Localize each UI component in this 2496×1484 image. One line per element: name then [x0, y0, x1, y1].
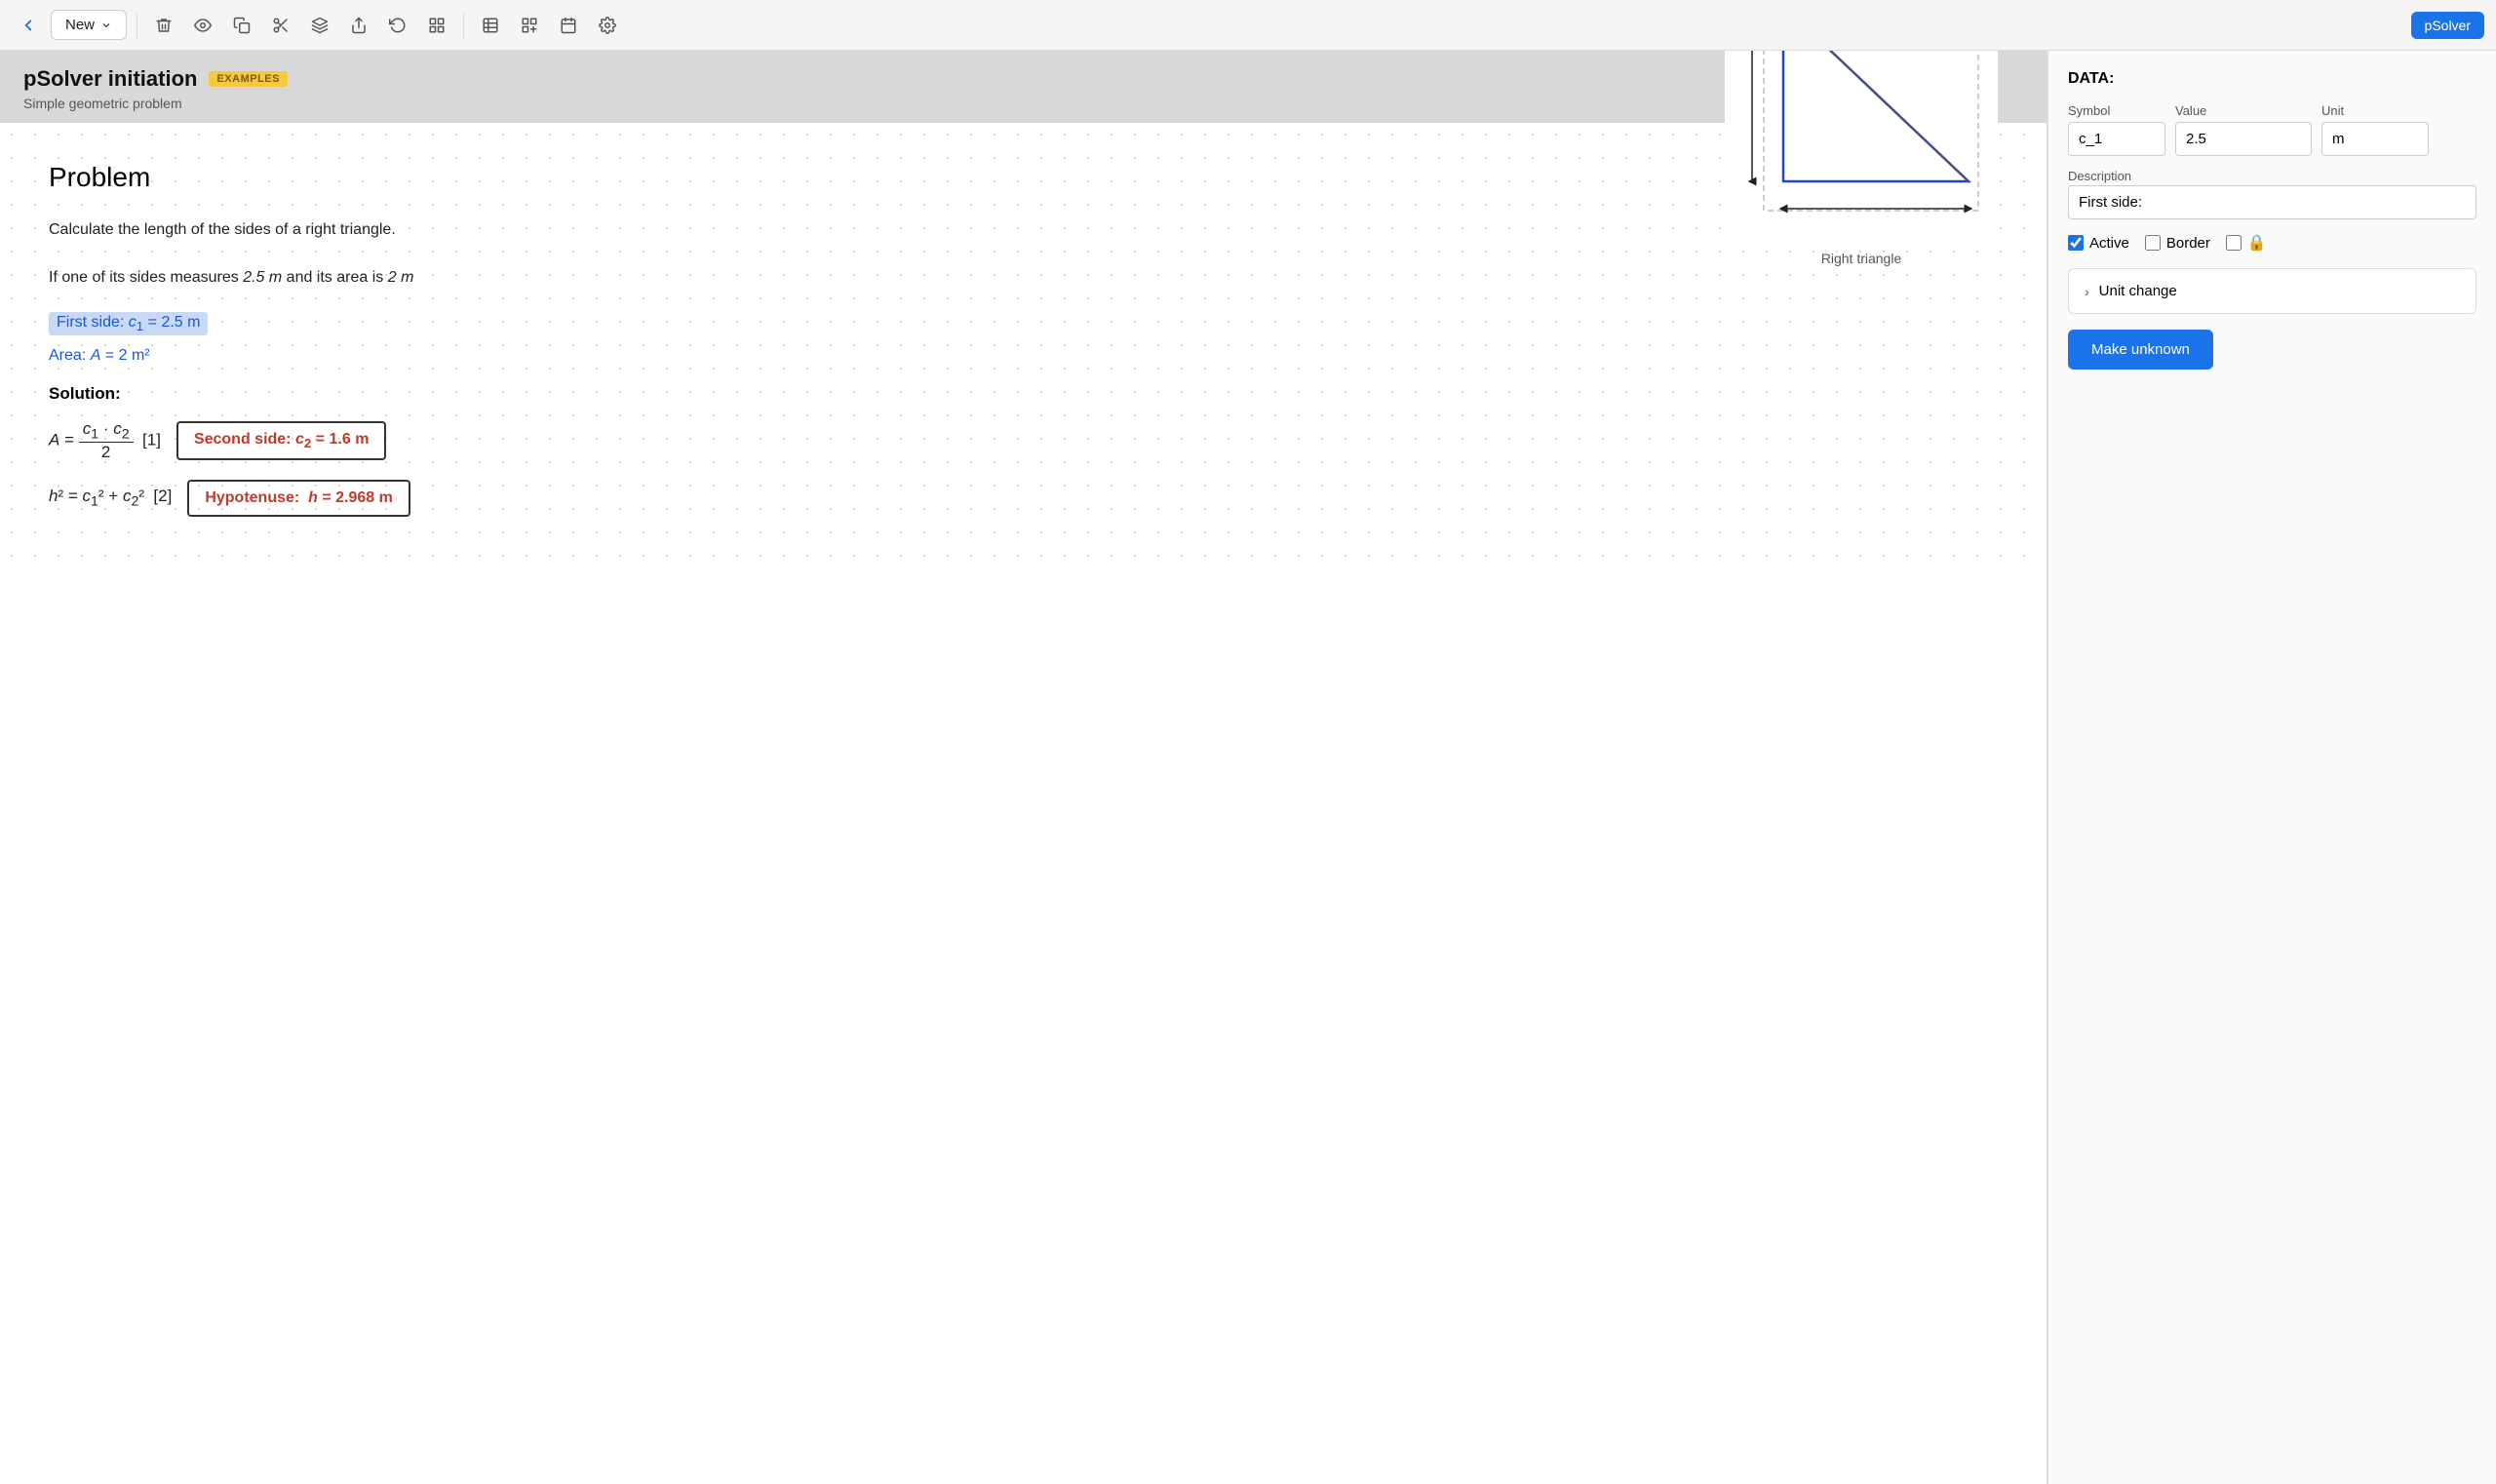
given-2: Area: A = 2 m²	[49, 347, 1998, 365]
symbol-value-unit-row: Symbol Value Unit	[2068, 103, 2476, 156]
triangle-diagram	[1725, 51, 1998, 240]
formula-row-1: A = c1 · c2 2 [1] Second side: c2 = 1.6 …	[49, 419, 1998, 462]
given-1: First side: c1 = 2.5 m	[49, 312, 208, 335]
result-2: Hypotenuse: h = 2.968 m	[187, 480, 410, 517]
view-button[interactable]	[186, 11, 219, 40]
checkbox-row: Active Border 🔒	[2068, 233, 2476, 253]
active-checkbox-label[interactable]: Active	[2068, 235, 2129, 252]
unit-label: Unit	[2321, 103, 2429, 118]
symbol-label: Symbol	[2068, 103, 2165, 118]
symbol-input[interactable]	[2068, 122, 2165, 156]
settings-button[interactable]	[591, 11, 624, 40]
list-button[interactable]	[420, 11, 453, 40]
border-label: Border	[2166, 235, 2210, 252]
separator-1	[136, 12, 137, 39]
value-label: Value	[2175, 103, 2312, 118]
description-group: Description	[2068, 168, 2476, 219]
new-button-label: New	[65, 17, 95, 33]
diagram-area: Right triangle	[1725, 51, 1998, 266]
border-checkbox-label[interactable]: Border	[2145, 235, 2210, 252]
new-button[interactable]: New	[51, 10, 127, 40]
delete-button[interactable]	[147, 11, 180, 40]
diagram-label: Right triangle	[1725, 251, 1998, 266]
value-field-group: Value	[2175, 103, 2312, 156]
examples-badge: EXAMPLES	[209, 71, 288, 87]
given-items: First side: c1 = 2.5 m Area: A = 2 m²	[49, 312, 1998, 365]
right-panel: DATA: Symbol Value Unit Description	[2048, 51, 2496, 1484]
unit-change-label: Unit change	[2099, 283, 2177, 299]
unit-change-header[interactable]: › Unit change	[2069, 269, 2476, 313]
active-checkbox[interactable]	[2068, 235, 2084, 251]
result-1: Second side: c2 = 1.6 m	[176, 421, 387, 460]
formula-1: A = c1 · c2 2 [1]	[49, 419, 161, 462]
cut-button[interactable]	[264, 11, 297, 40]
lock-checkbox-label[interactable]: 🔒	[2226, 233, 2267, 253]
user-button[interactable]: pSolver	[2411, 12, 2484, 39]
layers-button[interactable]	[303, 11, 336, 40]
description-label: Description	[2068, 169, 2131, 183]
problem-line2: If one of its sides measures 2.5 m and i…	[49, 264, 1998, 293]
separator-2	[463, 12, 464, 39]
solution-heading: Solution:	[49, 384, 1998, 404]
data-section-label: DATA:	[2068, 70, 2476, 88]
unit-input[interactable]	[2321, 122, 2429, 156]
table-button[interactable]	[474, 11, 507, 40]
unit-change-collapsible[interactable]: › Unit change	[2068, 268, 2476, 314]
formula-row-2: h² = c1² + c2² [2] Hypotenuse: h = 2.968…	[49, 480, 1998, 517]
copy-doc-button[interactable]	[225, 11, 258, 40]
problem-heading: Problem	[49, 162, 1998, 193]
border-checkbox[interactable]	[2145, 235, 2161, 251]
doc-content: Right triangle Problem Calculate the len…	[0, 123, 2047, 573]
doc-subtitle: Simple geometric problem	[23, 96, 2023, 111]
symbol-field-group: Symbol	[2068, 103, 2165, 156]
problem-line1: Calculate the length of the sides of a r…	[49, 216, 1998, 245]
export-button[interactable]	[342, 11, 375, 40]
doc-title-row: pSolver initiation EXAMPLES	[23, 66, 2023, 92]
make-unknown-button[interactable]: Make unknown	[2068, 330, 2213, 370]
left-panel: pSolver initiation EXAMPLES Simple geome…	[0, 51, 2048, 1484]
chevron-right-icon: ›	[2085, 284, 2089, 299]
active-label: Active	[2089, 235, 2129, 252]
formula-2: h² = c1² + c2² [2]	[49, 487, 172, 509]
lock-checkbox[interactable]	[2226, 235, 2242, 251]
data-grid-button[interactable]	[513, 11, 546, 40]
value-input[interactable]	[2175, 122, 2312, 156]
doc-title: pSolver initiation	[23, 66, 197, 92]
back-button[interactable]	[12, 11, 45, 40]
main-layout: pSolver initiation EXAMPLES Simple geome…	[0, 51, 2496, 1484]
lock-icon: 🔒	[2247, 233, 2267, 253]
unit-field-group: Unit	[2321, 103, 2429, 156]
calendar-button[interactable]	[552, 11, 585, 40]
refresh-button[interactable]	[381, 11, 414, 40]
description-input[interactable]	[2068, 185, 2476, 219]
toolbar: New	[0, 0, 2496, 51]
